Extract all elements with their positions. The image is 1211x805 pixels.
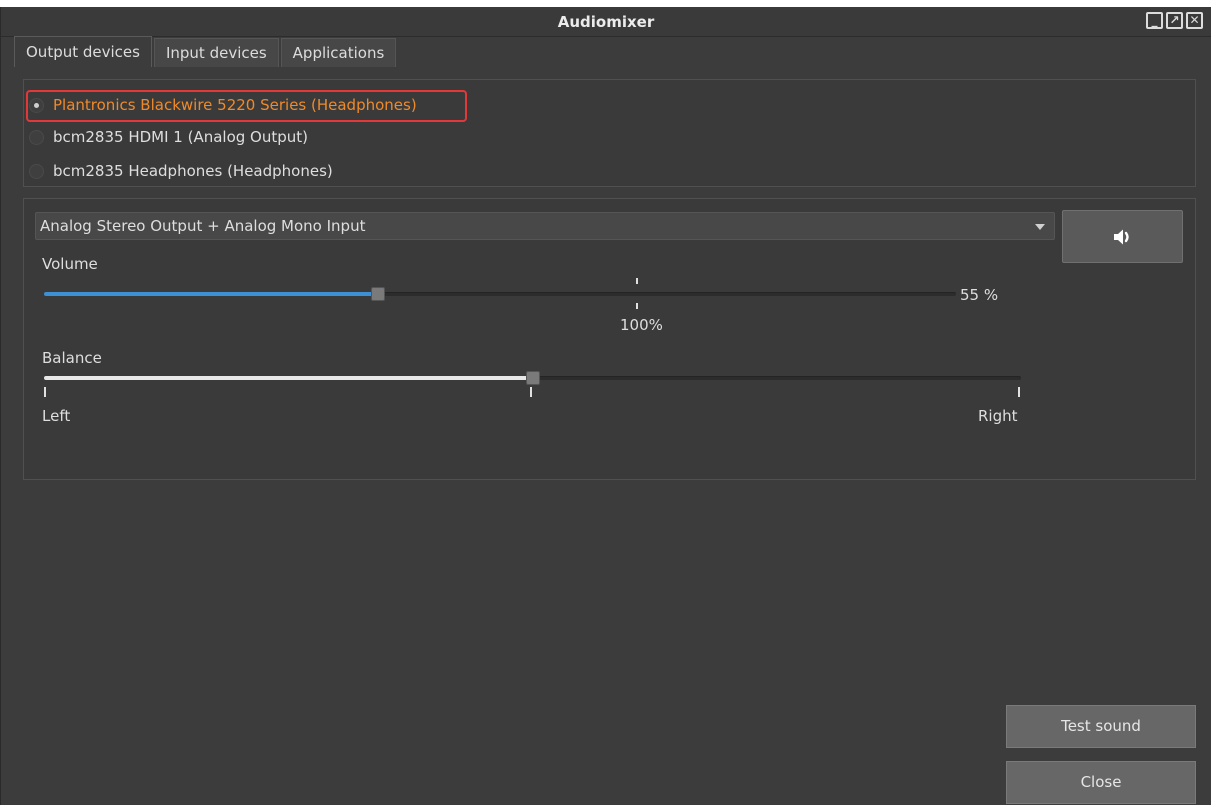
device-settings-panel [23,198,1196,480]
minimize-button[interactable]: _ [1146,12,1163,29]
tab-output-devices[interactable]: Output devices [14,36,152,67]
window-controls: _ ↗ ✕ [1146,12,1203,29]
test-sound-button[interactable]: Test sound [1006,705,1196,748]
balance-right-tick [1018,387,1020,397]
profile-selected-value: Analog Stereo Output + Analog Mono Input [40,217,366,235]
volume-label: Volume [42,255,98,273]
balance-slider-handle[interactable] [525,371,540,385]
balance-label: Balance [42,349,102,367]
volume-100-label: 100% [620,316,663,334]
volume-100-tick-bottom [636,303,638,309]
close-window-button[interactable]: ✕ [1186,12,1203,29]
device-item-headphones[interactable]: bcm2835 Headphones (Headphones) [29,160,333,182]
device-label: bcm2835 HDMI 1 (Analog Output) [53,128,308,146]
tab-bar: Output devices Input devices Application… [14,36,398,68]
balance-slider-fill [44,376,533,380]
device-label: bcm2835 Headphones (Headphones) [53,162,333,180]
radio-button[interactable] [29,163,44,179]
tab-input-devices[interactable]: Input devices [153,38,279,67]
radio-button[interactable] [29,129,44,145]
volume-slider-fill [44,292,379,296]
device-item-hdmi[interactable]: bcm2835 HDMI 1 (Analog Output) [29,126,308,148]
close-button[interactable]: Close [1006,761,1196,804]
chevron-down-icon [1035,224,1045,230]
balance-center-tick [530,387,532,397]
volume-100-tick-top [636,278,638,284]
volume-slider-handle[interactable] [371,287,386,301]
balance-right-label: Right [978,407,1018,425]
balance-left-label: Left [42,407,71,425]
selection-highlight [26,90,467,122]
profile-select[interactable]: Analog Stereo Output + Analog Mono Input [35,212,1055,240]
window-title: Audiomixer [557,13,655,31]
mute-button[interactable] [1062,210,1183,263]
balance-left-tick [44,387,46,397]
speaker-volume-icon [1113,229,1129,244]
screen: Audiomixer _ ↗ ✕ Output devices Input de… [0,0,1211,805]
volume-value: 55 % [960,286,999,304]
title-bar[interactable]: Audiomixer _ ↗ ✕ [1,7,1211,37]
maximize-button[interactable]: ↗ [1166,12,1183,29]
tab-applications[interactable]: Applications [280,38,397,67]
